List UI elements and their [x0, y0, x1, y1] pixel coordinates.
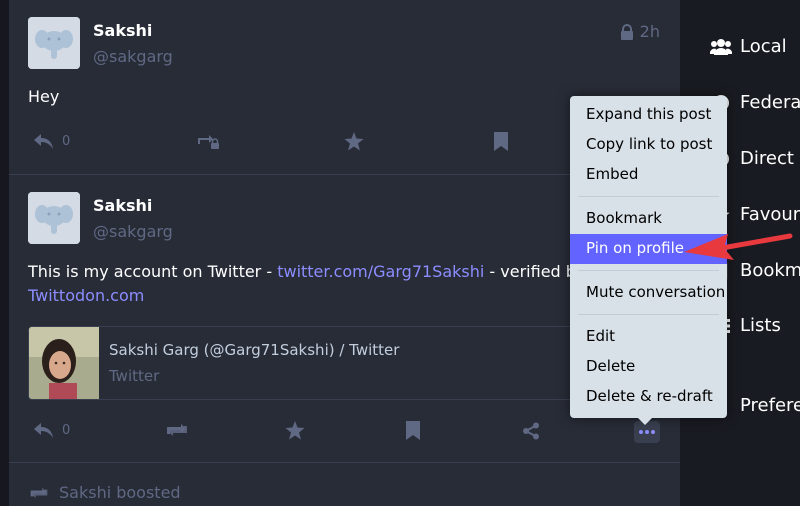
share-button[interactable]	[522, 422, 540, 440]
avatar[interactable]	[28, 17, 80, 69]
reply-count: 0	[62, 133, 71, 149]
default-avatar-icon	[28, 192, 80, 244]
boost-icon	[30, 487, 48, 498]
default-avatar-icon	[28, 17, 80, 69]
account-handle[interactable]: @sakgarg	[93, 222, 173, 241]
ellipsis-dot	[645, 430, 649, 434]
reply-button[interactable]: 0	[32, 132, 70, 150]
nav-label: Favouri	[740, 204, 800, 225]
nav-label: Prefere	[740, 395, 800, 416]
content-text: This is my account on Twitter -	[28, 262, 278, 281]
post-content: Hey	[28, 87, 60, 106]
menu-item-expand-post[interactable]: Expand this post	[570, 100, 727, 130]
account-handle[interactable]: @sakgarg	[93, 47, 173, 66]
bookmark-icon	[406, 421, 420, 440]
boost-button-disabled[interactable]	[195, 132, 221, 150]
twitter-profile-link[interactable]: twitter.com/Garg71Sakshi	[277, 262, 484, 281]
share-icon	[523, 422, 539, 440]
post-content: This is my account on Twitter - twitter.…	[28, 260, 597, 308]
profile-photo-thumbnail	[29, 327, 99, 399]
reply-button[interactable]: 0	[32, 421, 70, 439]
menu-item-embed[interactable]: Embed	[570, 160, 727, 190]
time-label: 2h	[639, 22, 660, 41]
menu-item-delete[interactable]: Delete	[570, 352, 727, 382]
boosted-by-label[interactable]: Sakshi boosted	[29, 483, 181, 502]
reply-icon	[34, 423, 53, 438]
reply-icon	[34, 134, 53, 149]
nav-label: Federat	[740, 92, 800, 113]
favourite-button[interactable]	[285, 421, 305, 440]
ellipsis-dot	[651, 430, 655, 434]
annotation-arrow-icon	[684, 233, 793, 260]
menu-divider	[578, 196, 719, 197]
menu-item-delete-redraft[interactable]: Delete & re-draft	[570, 382, 727, 412]
star-icon	[344, 132, 364, 151]
card-provider: Twitter	[109, 367, 160, 385]
bookmark-icon	[494, 132, 508, 151]
favourite-button[interactable]	[344, 132, 364, 151]
display-name[interactable]: Sakshi	[93, 21, 152, 40]
star-icon	[285, 421, 305, 440]
nav-label: Direct m	[740, 148, 800, 169]
menu-item-edit[interactable]: Edit	[570, 322, 727, 352]
left-edge	[0, 0, 9, 506]
display-name[interactable]: Sakshi	[93, 196, 152, 215]
boost-icon	[167, 424, 187, 436]
boost-button[interactable]	[165, 422, 189, 438]
lock-icon	[620, 23, 633, 40]
menu-divider	[578, 314, 719, 315]
bookmark-button[interactable]	[493, 132, 509, 151]
twittodon-link[interactable]: Twittodon.com	[28, 286, 144, 305]
nav-label: Local	[740, 36, 787, 57]
card-thumbnail	[29, 327, 99, 399]
reply-count: 0	[62, 422, 71, 438]
avatar[interactable]	[28, 192, 80, 244]
menu-caret	[638, 418, 652, 425]
bookmark-button[interactable]	[405, 421, 421, 440]
menu-divider	[578, 270, 719, 271]
nav-local[interactable]: Local	[710, 36, 787, 57]
users-icon	[710, 38, 732, 56]
menu-item-mute-conversation[interactable]: Mute conversation	[570, 278, 727, 308]
boosted-text: Sakshi boosted	[59, 483, 181, 502]
card-title: Sakshi Garg (@Garg71Sakshi) / Twitter	[109, 341, 400, 359]
menu-item-copy-link[interactable]: Copy link to post	[570, 130, 727, 160]
nav-label: Lists	[740, 315, 781, 336]
post-timestamp[interactable]: 2h	[620, 22, 660, 41]
boost-locked-icon	[198, 135, 219, 149]
ellipsis-dot	[639, 430, 643, 434]
